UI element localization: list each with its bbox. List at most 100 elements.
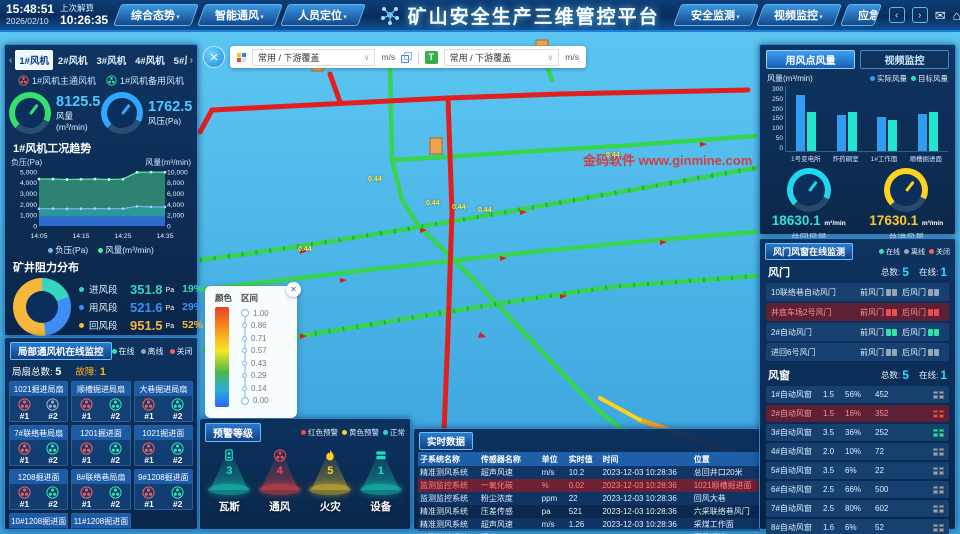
range-row[interactable]: 0.29 xyxy=(241,370,269,383)
range-row[interactable]: 0.71 xyxy=(241,332,269,345)
range-handle[interactable] xyxy=(241,309,250,318)
door-status-icon xyxy=(886,308,897,316)
warning-item-设备[interactable]: 1 设备 xyxy=(359,446,403,514)
table-row[interactable]: 监测监控系统 粉尘浓度 ppm 22 2023-12-03 10:28:36 回风大巷 xyxy=(418,492,760,505)
local-fan-card[interactable]: 1208掘进面 #1 #2 xyxy=(9,469,69,510)
warning-item-通风[interactable]: 4 通风 xyxy=(258,446,302,514)
bar-group-1#工作面[interactable] xyxy=(877,116,898,151)
local-fan-card[interactable]: 8#联络巷局扇 #1 #2 xyxy=(71,469,131,510)
local-fan-card[interactable]: 7#联络巷局扇 #1 #2 xyxy=(9,425,69,466)
bar-group-1号变电所[interactable] xyxy=(796,94,817,151)
window-flow: 252 xyxy=(875,428,889,437)
window-row[interactable]: 3#自动风窗 3.5 36% 252 xyxy=(766,424,949,441)
local-fan-card[interactable]: 顺槽掘进局扇 #1 #2 xyxy=(71,381,131,422)
local-fan-card[interactable]: 10#1208掘进面#1#2 xyxy=(9,513,69,529)
nav-item-label: 应急 xyxy=(857,10,880,22)
warning-label: 通风 xyxy=(269,501,291,513)
total-airflow-gauges: 18630.1 m³/min 总回风量 17630.1 m³/min 总进风量 xyxy=(760,168,955,244)
window-row[interactable]: 2#自动风窗 1.5 16% 352 xyxy=(766,405,949,422)
door-row[interactable]: 井底车场2号风门 前风门 后风门 xyxy=(766,303,949,321)
local-fan-card[interactable]: 1021掘进面 #1 #2 xyxy=(133,425,193,466)
resistance-donut-chart[interactable] xyxy=(13,278,71,336)
mail-icon[interactable]: ✉ xyxy=(935,9,946,22)
window-icons: ‹ › ✉ ⌂ ⚙ ◉ xyxy=(881,7,960,23)
slice-unit: Pa xyxy=(165,323,175,330)
nav-item-综合态势[interactable]: 综合态势▾ xyxy=(113,4,199,26)
local-fan-card-title: 1201掘进面 xyxy=(72,426,130,440)
table-row[interactable]: 精准测风系统 超声风速 m/s 1.26 2023-12-03 10:28:36 采煤工作… xyxy=(418,518,760,531)
range-row[interactable]: 0.86 xyxy=(241,320,269,333)
range-row[interactable]: 0.14 xyxy=(241,382,269,395)
table-row[interactable]: 监测监控系统 一氧化碳% 0.02 2023-12-03 10:28:36 1021顺槽… xyxy=(418,479,760,492)
door-row[interactable]: 10联络巷自动风门 前风门 后风门 xyxy=(766,283,949,301)
range-handle[interactable] xyxy=(242,373,248,379)
range-handle[interactable] xyxy=(242,348,248,354)
fan-tab-3#风机[interactable]: 3#风机 xyxy=(93,50,131,70)
prev-arrow-icon[interactable]: ‹ xyxy=(888,7,905,23)
nav-item-智能通风[interactable]: 智能通风▾ xyxy=(196,4,283,26)
local-fan-card[interactable]: 1201掘进面 #1 #2 xyxy=(71,425,131,466)
layers-icon[interactable] xyxy=(401,51,413,63)
tab-用风点风量[interactable]: 用风点风量 xyxy=(766,50,855,69)
nav-item-安全监测[interactable]: 安全监测▾ xyxy=(672,4,759,26)
nav-item-人员定位[interactable]: 人员定位▾ xyxy=(280,4,366,26)
window-row[interactable]: 5#自动风窗 3.5 6% 22 xyxy=(766,462,949,479)
fan-unit-label: #1 xyxy=(144,411,154,421)
legend-close-icon[interactable]: ✕ xyxy=(286,282,301,297)
svg-text:14:05: 14:05 xyxy=(30,233,47,240)
range-handle[interactable] xyxy=(242,323,248,329)
range-value: 0.86 xyxy=(251,321,267,331)
window-row[interactable]: 6#自动风窗 2.5 66% 500 xyxy=(766,481,949,498)
tabs-next-icon[interactable]: › xyxy=(188,55,195,66)
table-row[interactable]: 精准测风系统 压差传感 pa 521 2023-12-03 10:28:36 六采联络巷风… xyxy=(418,505,760,518)
fan-trend-chart[interactable]: 0 1,000 2,000 3,000 4,000 5,000 0 2,000 4,000 6,0… xyxy=(9,168,195,244)
local-fan-card[interactable]: 11#1208掘进面#1#2 xyxy=(71,513,131,529)
door-row[interactable]: 进回6号风门 前风门 后风门 xyxy=(766,343,949,361)
home-icon[interactable]: ⌂ xyxy=(953,9,960,22)
window-row[interactable]: 7#自动风窗 2.5 80% 602 xyxy=(766,500,949,517)
fan-tab-5#风[interactable]: 5#风 xyxy=(170,50,187,70)
bar-group-顺槽掘进面[interactable] xyxy=(917,111,938,151)
window-row[interactable]: 1#自动风窗 1.5 56% 452 xyxy=(766,386,949,403)
nav-item-应急[interactable]: 应急 xyxy=(839,4,882,26)
window-row[interactable]: 8#自动风窗 1.6 6% 52 xyxy=(766,519,949,534)
palette-icon[interactable] xyxy=(237,52,246,62)
fan-tab-4#风机[interactable]: 4#风机 xyxy=(131,50,169,70)
fan-selector-1[interactable]: 1#风机备用风机 xyxy=(106,74,184,87)
range-row[interactable]: 1.00 xyxy=(241,307,269,320)
warning-item-火灾[interactable]: 5 火灾 xyxy=(308,446,352,514)
tab-视频监控[interactable]: 视频监控 xyxy=(860,50,949,69)
range-row[interactable]: 0.57 xyxy=(241,345,269,358)
local-fan-card-title: 8#联络巷局扇 xyxy=(72,470,130,484)
table-cell: 精准测风系统 xyxy=(420,520,468,529)
local-fan-card[interactable]: 1021掘进局扇 #1 #2 xyxy=(9,381,69,422)
next-arrow-icon[interactable]: › xyxy=(911,7,928,23)
fan-tab-2#风机[interactable]: 2#风机 xyxy=(54,50,92,70)
range-handle[interactable] xyxy=(241,396,250,405)
range-row[interactable]: 0.00 xyxy=(241,395,269,408)
svg-text:4,000: 4,000 xyxy=(167,202,184,209)
coverage-dropdown-2[interactable]: 常用 / 下游覆盖 ∨ xyxy=(443,48,560,66)
range-handle[interactable] xyxy=(242,360,248,366)
text-tool-icon[interactable]: T xyxy=(424,50,438,64)
fan-tab-1#风机[interactable]: 1#风机 xyxy=(15,50,53,70)
tabs-prev-icon[interactable]: ‹ xyxy=(7,55,14,66)
airflow-bar-chart[interactable]: 300 250 200 150 100 50 0 xyxy=(767,86,948,152)
fan-selector-0[interactable]: 1#风机主通风机 xyxy=(18,74,96,87)
range-handle[interactable] xyxy=(242,335,248,341)
window-row[interactable]: 4#自动风窗 2.0 10% 72 xyxy=(766,443,949,460)
local-fan-card[interactable]: 9#1208掘进面 #1 #2 xyxy=(133,469,193,510)
local-fan-card[interactable]: 大巷掘进局扇 #1 #2 xyxy=(133,381,193,422)
coverage-dropdown-1[interactable]: 常用 / 下游覆盖 ∨ xyxy=(252,48,376,66)
nav-item-视频监控[interactable]: 视频监控▾ xyxy=(756,4,842,26)
table-row[interactable]: 精准测风系统 超声风速 m/s 10.2 2023-12-03 10:28:36 总回井口… xyxy=(418,466,760,479)
warning-item-瓦斯[interactable]: 3 瓦斯 xyxy=(207,446,251,514)
toolbar-close-button[interactable]: ✕ xyxy=(203,46,225,68)
range-row[interactable]: 0.43 xyxy=(241,357,269,370)
bar-group-炸药硐室[interactable] xyxy=(836,111,857,151)
ytick: 300 xyxy=(772,86,783,93)
range-handle[interactable] xyxy=(242,385,248,391)
local-fan-card-title: 大巷掘进局扇 xyxy=(134,382,192,396)
door-row[interactable]: 2#自动风门 前风门 后风门 xyxy=(766,323,949,341)
svg-text:4,000: 4,000 xyxy=(20,180,37,187)
